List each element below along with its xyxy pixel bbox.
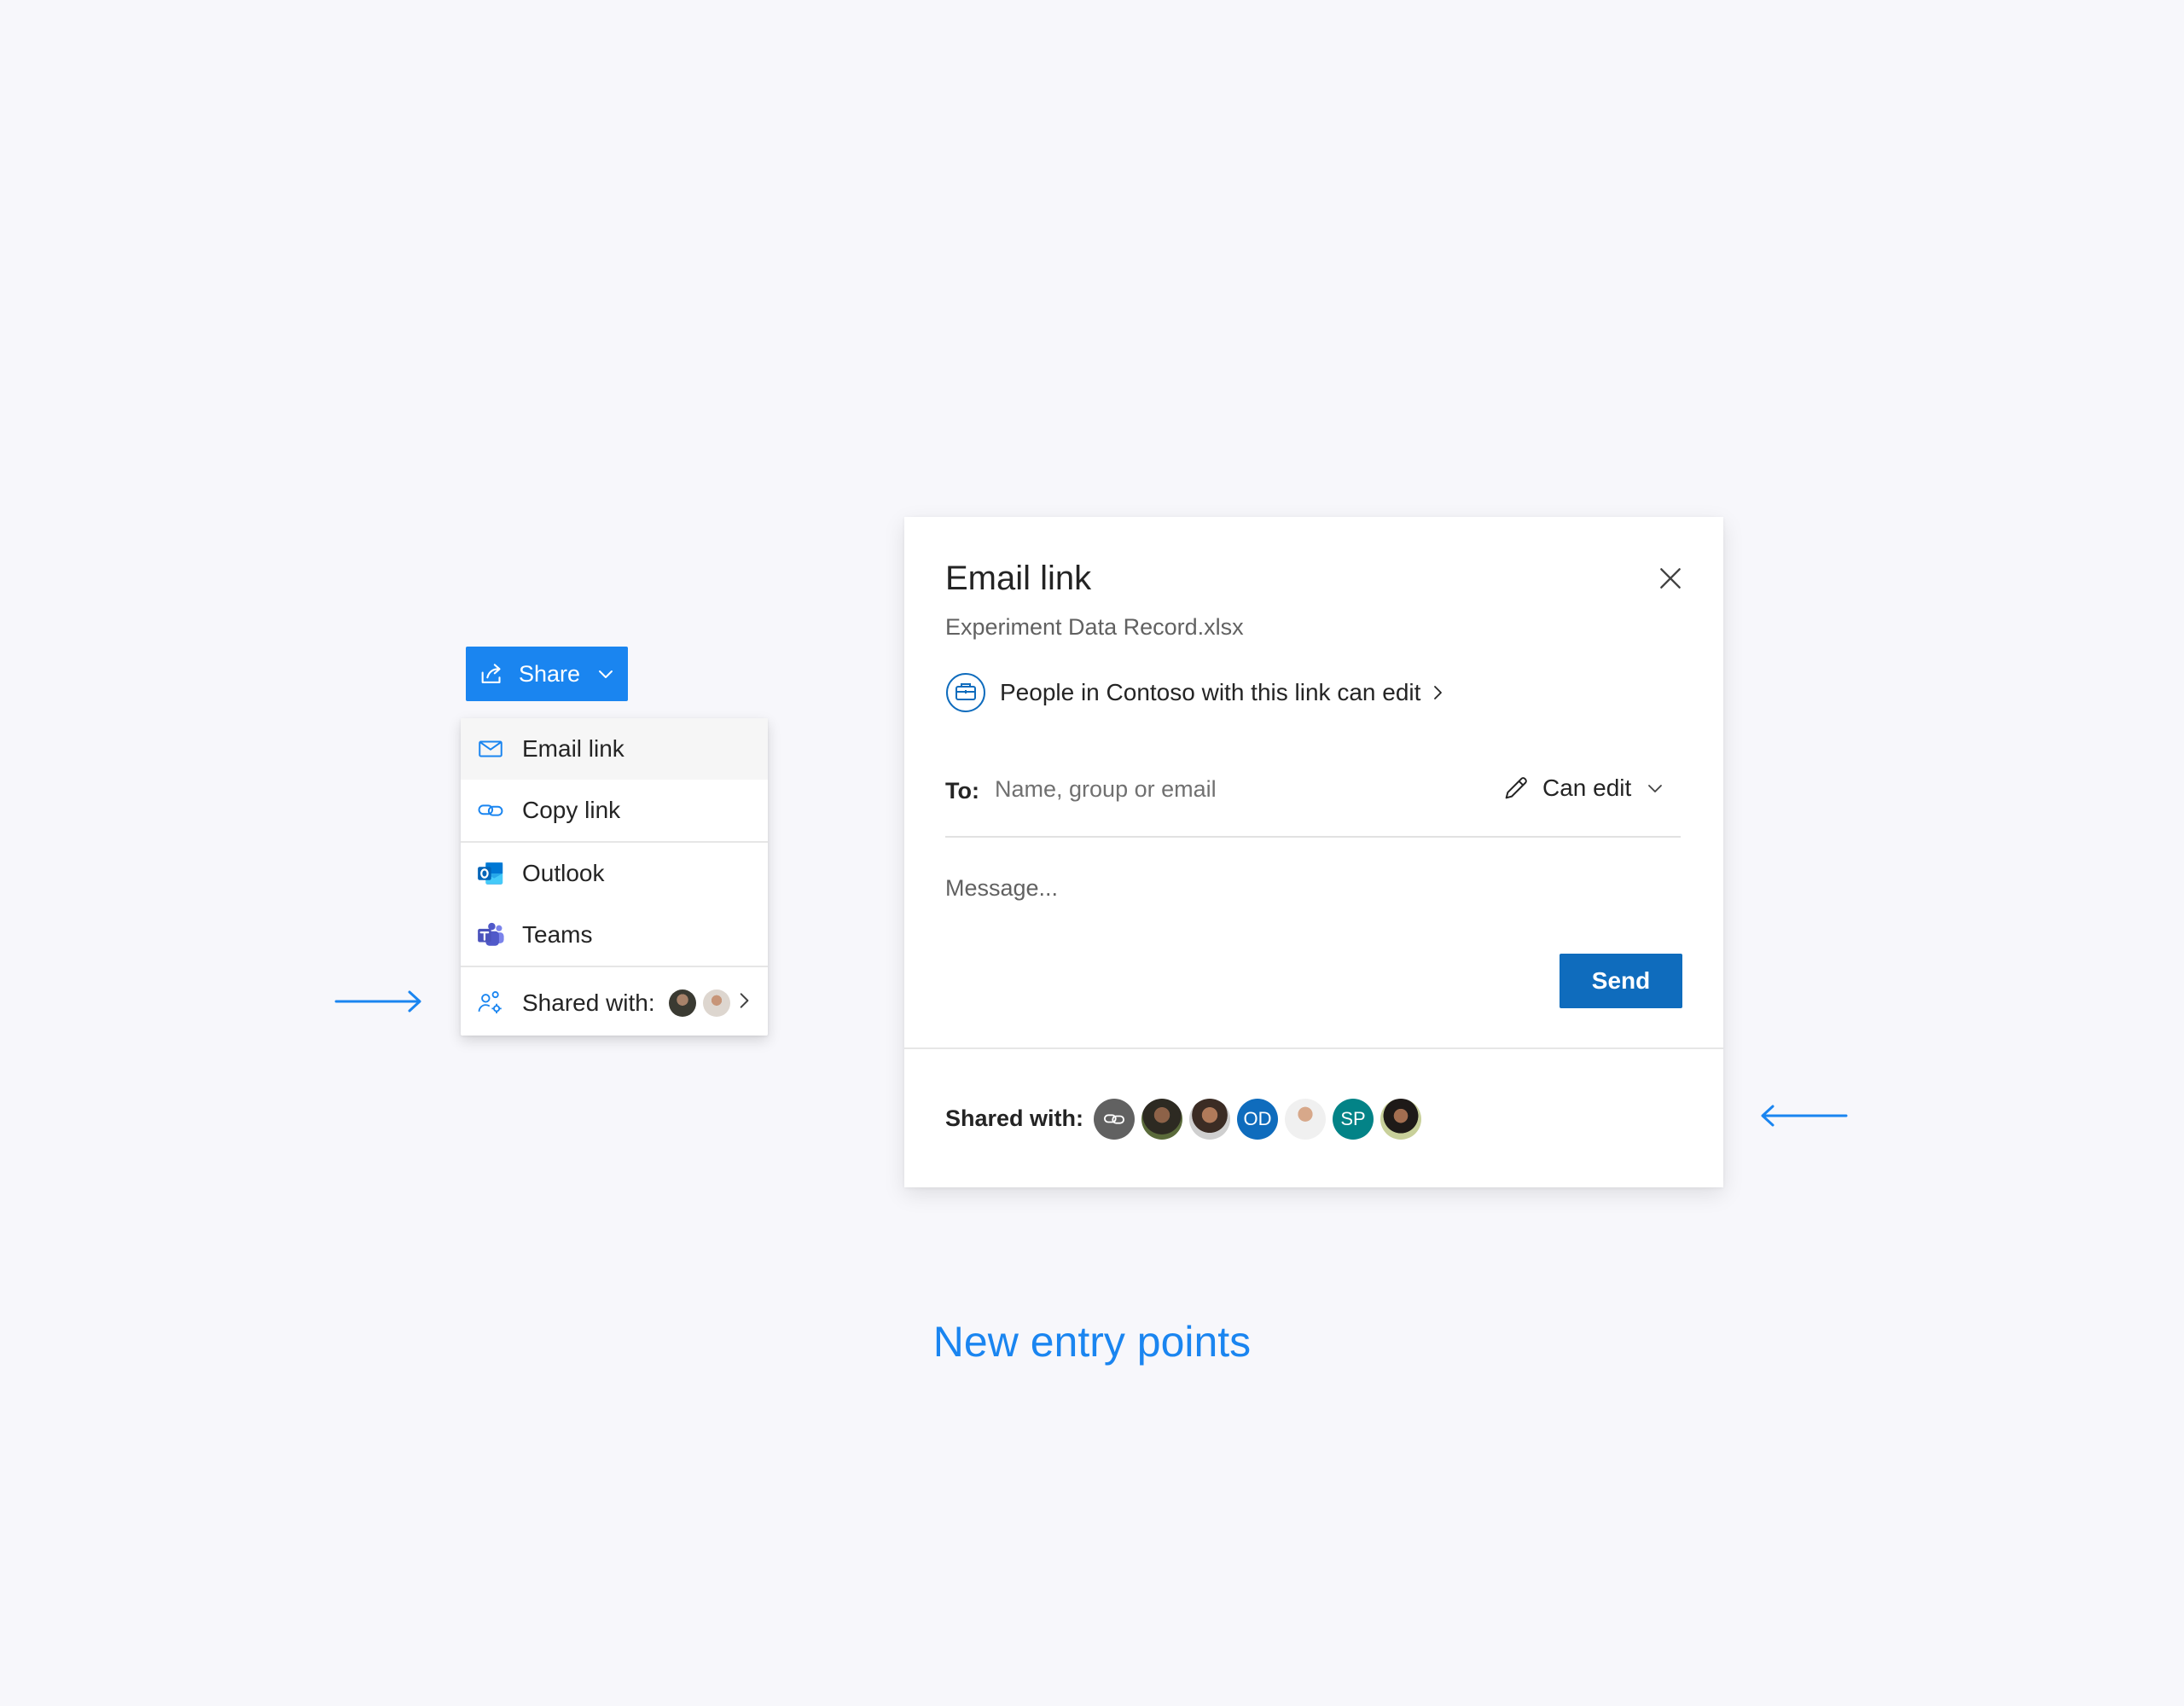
link-icon <box>1103 1114 1125 1124</box>
close-icon[interactable] <box>1657 565 1684 592</box>
shared-with-label: Shared with: <box>945 1105 1084 1131</box>
avatar <box>702 989 730 1017</box>
chevron-down-icon <box>599 670 613 678</box>
menu-item-shared-with[interactable]: Shared with: <box>461 971 768 1036</box>
to-label: To: <box>945 778 979 804</box>
email-link-dialog: Email link Experiment Data Record.xlsx P… <box>904 517 1723 1187</box>
caption: New entry points <box>932 1318 1252 1366</box>
menu-item-teams[interactable]: Teams <box>461 904 768 966</box>
avatar[interactable] <box>1189 1099 1230 1140</box>
share-button-label: Share <box>519 660 581 687</box>
divider <box>945 836 1681 838</box>
arrow-right-icon <box>334 990 421 1013</box>
menu-item-label: Teams <box>522 921 593 948</box>
teams-icon <box>476 920 505 949</box>
chevron-down-icon <box>1648 785 1663 792</box>
briefcase-icon <box>946 673 985 712</box>
shared-with-avatars: OD SP <box>1094 1099 1428 1140</box>
mail-icon <box>476 734 505 763</box>
divider <box>904 1047 1723 1049</box>
menu-divider <box>461 966 768 967</box>
menu-item-email-link[interactable]: Email link <box>461 718 768 780</box>
link-icon <box>476 796 505 825</box>
people-settings-icon <box>476 989 505 1018</box>
send-button[interactable]: Send <box>1560 954 1682 1008</box>
avatar <box>668 989 696 1017</box>
avatar[interactable] <box>1141 1099 1182 1140</box>
avatar[interactable] <box>1285 1099 1326 1140</box>
share-button[interactable]: Share <box>466 647 628 701</box>
dialog-title: Email link <box>945 560 1092 597</box>
chevron-right-icon <box>1434 686 1443 699</box>
menu-item-label: Copy link <box>522 797 621 823</box>
recipients-input[interactable] <box>985 769 1507 809</box>
link-permission-setting[interactable]: People in Contoso with this link can edi… <box>945 670 1444 715</box>
message-field[interactable] <box>945 875 1679 960</box>
menu-item-label: Outlook <box>522 860 605 886</box>
outlook-icon <box>476 859 505 888</box>
permission-text: People in Contoso with this link can edi… <box>1000 679 1421 705</box>
avatar-initials[interactable]: OD <box>1237 1099 1278 1140</box>
menu-item-label: Email link <box>522 735 624 762</box>
share-icon <box>481 664 501 683</box>
avatar[interactable] <box>1380 1099 1421 1140</box>
menu-item-outlook[interactable]: Outlook <box>461 843 768 904</box>
share-menu: Email link Copy link Outlook Teams Share… <box>461 718 768 1036</box>
permission-dropdown[interactable]: Can edit <box>1502 764 1665 812</box>
file-name: Experiment Data Record.xlsx <box>945 614 1244 640</box>
shared-with-label: Shared with: <box>522 989 655 1016</box>
can-edit-label: Can edit <box>1542 775 1632 801</box>
avatar-initials[interactable]: SP <box>1333 1099 1374 1140</box>
shared-link-avatar[interactable] <box>1094 1099 1135 1140</box>
arrow-left-icon <box>1761 1105 1848 1127</box>
chevron-right-icon <box>740 993 749 1008</box>
menu-item-copy-link[interactable]: Copy link <box>461 780 768 841</box>
pencil-icon <box>1505 777 1527 799</box>
